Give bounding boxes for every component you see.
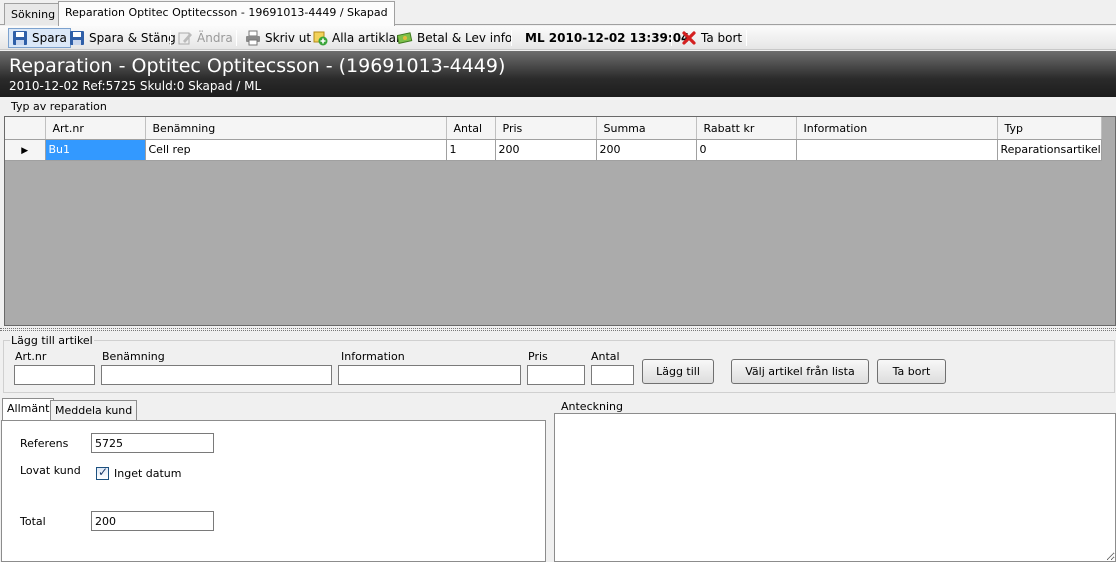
cell-qty[interactable]: 1 [446,139,496,161]
all-articles-label: Alla artiklar [332,31,401,45]
save-button[interactable]: Spara [8,28,71,48]
delete-button[interactable]: Ta bort [678,28,745,48]
print-label: Skriv ut [265,31,312,45]
column-header-artnr[interactable]: Art.nr [45,117,146,140]
column-header-qty[interactable]: Antal [446,117,496,140]
pay-delivery-info-label: Betal & Lev info [417,31,513,45]
floppy-disk-icon [12,30,28,46]
tab-search[interactable]: Sökning [4,3,63,25]
document-tabstrip: Sökning Reparation Optitec Optitecsson -… [0,0,1116,26]
toolbar-separator [236,30,237,46]
price-input[interactable] [527,365,585,385]
quantity-input[interactable] [591,365,634,385]
add-article-group-label: Lägg till artikel [10,334,94,347]
row-header-corner [5,117,46,140]
column-header-sum[interactable]: Summa [596,117,697,140]
table-row[interactable]: ▶ Bu1 Cell rep 1 200 200 0 Reparationsar… [5,139,1102,161]
column-header-type[interactable]: Typ [997,117,1102,140]
column-header-information[interactable]: Information [796,117,998,140]
floppy-disk-icon [69,30,85,46]
tab-general[interactable]: Allmänt [2,398,55,421]
add-article-button[interactable]: Lägg till [642,359,714,384]
panel-splitter[interactable] [0,328,1116,331]
printer-icon [245,30,261,46]
total-input[interactable] [91,511,214,531]
user-timestamp: ML 2010-12-02 13:39:04 [525,31,690,45]
column-header-discount[interactable]: Rabatt kr [696,117,797,140]
information-input[interactable] [338,365,521,385]
save-label: Spara [32,31,67,45]
edit-button[interactable]: Ändra [174,28,236,48]
cell-price[interactable]: 200 [495,139,597,161]
repair-type-group-label: Typ av reparation [10,100,108,113]
repair-articles-grid[interactable]: Art.nr Benämning Antal Pris Summa Rabatt… [4,116,1116,326]
column-header-name[interactable]: Benämning [145,117,447,140]
print-button[interactable]: Skriv ut [242,28,314,48]
repair-articles-table: Art.nr Benämning Antal Pris Summa Rabatt… [5,117,1102,161]
price-label: Pris [528,350,548,363]
reference-input[interactable] [91,433,214,453]
cell-discount[interactable]: 0 [696,139,797,161]
money-icon [396,30,413,46]
information-label: Information [341,350,405,363]
delete-label: Ta bort [701,31,743,45]
reference-label: Referens [20,437,69,450]
add-articles-icon [312,30,328,46]
pay-delivery-info-button[interactable]: Betal & Lev info [394,28,515,48]
cell-name[interactable]: Cell rep [145,139,447,161]
save-close-button[interactable]: Spara & Stäng [66,28,179,48]
current-row-arrow-icon: ▶ [21,146,29,156]
edit-label: Ändra [197,31,233,45]
page-header: Reparation - Optitec Optitecsson - (1969… [0,51,1116,97]
notes-textarea[interactable] [554,413,1116,562]
promised-customer-label: Lovat kund [20,464,81,477]
pencil-edit-icon [177,30,193,46]
toolbar-separator [511,30,512,46]
cell-sum[interactable]: 200 [596,139,697,161]
remove-article-button[interactable]: Ta bort [877,359,946,384]
red-x-delete-icon [681,30,697,46]
artnr-label: Art.nr [15,350,47,363]
no-date-checkbox[interactable] [96,465,109,480]
tab-notify-customer[interactable]: Meddela kund [50,400,138,420]
page-subtitle: 2010-12-02 Ref:5725 Skuld:0 Skapad / ML [9,79,262,93]
artnr-input[interactable] [14,365,95,385]
page-title: Reparation - Optitec Optitecsson - (1969… [9,55,506,77]
notes-label: Anteckning [560,400,624,413]
choose-article-from-list-button[interactable]: Välj artikel från lista [731,359,869,384]
toolbar-separator [746,30,747,46]
row-selector[interactable]: ▶ [5,139,46,161]
general-tab-panel: Referens Lovat kund Inget datum Total [1,420,546,562]
cell-information[interactable] [796,139,998,161]
cell-type[interactable]: Reparationsartikel [997,139,1102,161]
tab-repair[interactable]: Reparation Optitec Optitecsson - 1969101… [58,1,395,26]
column-header-price[interactable]: Pris [495,117,597,140]
name-input[interactable] [101,365,332,385]
toolbar-separator [671,30,672,46]
grid-header-row: Art.nr Benämning Antal Pris Summa Rabatt… [5,117,1102,140]
total-label: Total [20,515,46,528]
no-date-label: Inget datum [114,467,182,480]
all-articles-button[interactable]: Alla artiklar [309,28,404,48]
toolbar: Spara Spara & Stäng Ändra Skriv ut Alla … [0,26,1116,50]
toolbar-separator [170,30,171,46]
save-close-label: Spara & Stäng [89,31,176,45]
quantity-label: Antal [591,350,620,363]
cell-artnr[interactable]: Bu1 [45,139,146,161]
name-label: Benämning [102,350,165,363]
